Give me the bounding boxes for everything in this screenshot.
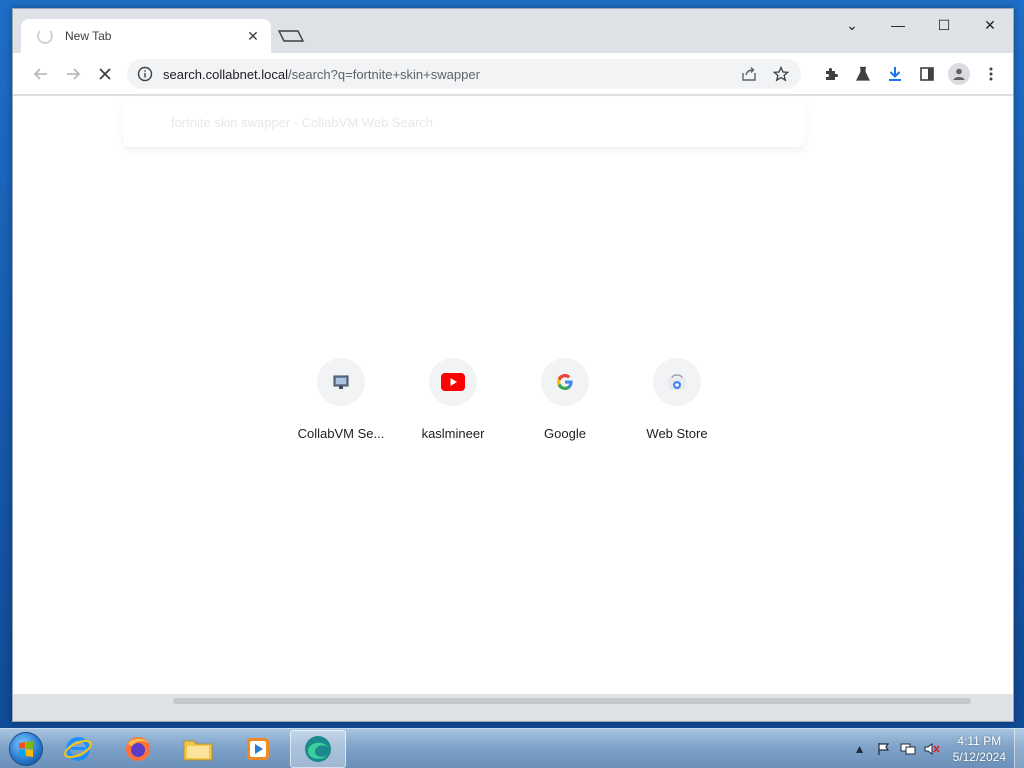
forward-arrow-icon [67,67,81,80]
bookmark-button[interactable] [767,60,795,88]
shortcut-label: kaslmineer [421,426,485,441]
google-icon [541,358,589,406]
new-tab-icon [277,30,305,42]
new-tab-page: CollabVM Se... kaslmineer Google Web Sto… [13,96,1013,708]
browser-toolbar: search.collabnet.local/search?q=fortnite… [13,53,1013,95]
windows-logo-icon [9,731,43,766]
labs-button[interactable] [849,60,877,88]
menu-button[interactable] [977,60,1005,88]
system-tray: ▲ 4:11 PM 5/12/2024 [845,729,1024,768]
url-host: search.collabnet.local [163,66,289,82]
back-arrow-icon [33,67,47,80]
clock-date: 5/12/2024 [952,750,1006,764]
show-desktop-button[interactable] [1014,729,1024,768]
browser-window: New Tab ✕ ⌄ — ☐ ✕ search.collabnet.local… [12,8,1014,722]
new-tab-button[interactable] [275,25,307,47]
share-button[interactable] [735,60,763,88]
shortcut-tile[interactable]: Web Store [621,358,733,441]
internet-explorer-icon[interactable] [50,730,106,768]
person-icon [953,68,965,80]
start-button[interactable] [6,729,46,768]
webstore-icon [653,358,701,406]
side-panel-button[interactable] [913,60,941,88]
back-button[interactable] [27,60,55,88]
edge-icon[interactable] [290,729,346,768]
stop-button[interactable] [91,60,119,88]
omnibox-suggestion-ghost: fortnite skin swapper - CollabVM Web Sea… [123,97,805,147]
loading-spinner-icon [37,28,53,44]
close-window-button[interactable]: ✕ [967,9,1013,41]
minimize-button[interactable]: — [875,9,921,41]
forward-button[interactable] [59,60,87,88]
collabvm-icon [317,358,365,406]
kebab-menu-icon [989,67,993,81]
tab-new-tab[interactable]: New Tab ✕ [21,19,271,53]
side-panel-icon [920,67,934,81]
profile-button[interactable] [945,60,973,88]
flask-icon [856,66,870,81]
window-controls: ⌄ — ☐ ✕ [829,9,1013,41]
puzzle-icon [826,68,838,80]
clock[interactable]: 4:11 PM 5/12/2024 [953,733,1006,765]
file-explorer-icon[interactable] [170,730,226,768]
horizontal-scrollbar[interactable] [13,694,1013,708]
youtube-icon [429,358,477,406]
url-text[interactable]: search.collabnet.local/search?q=fortnite… [163,67,735,82]
clock-time: 4:11 PM [957,734,1002,748]
url-path: /search?q=fortnite+skin+swapper [288,66,480,82]
shortcuts-grid: CollabVM Se... kaslmineer Google Web Sto… [285,358,733,441]
site-info-icon[interactable] [137,66,153,82]
shortcut-tile[interactable]: CollabVM Se... [285,358,397,441]
shortcut-tile[interactable]: kaslmineer [397,358,509,441]
downloads-button[interactable] [881,60,909,88]
media-player-icon[interactable] [230,730,286,768]
avatar [948,63,970,85]
network-icon[interactable] [899,740,917,758]
star-icon [773,66,789,82]
stop-loading-icon [99,67,111,80]
volume-muted-icon[interactable] [923,740,941,758]
extensions-button[interactable] [817,60,845,88]
shortcut-label: Web Store [646,426,708,441]
firefox-icon[interactable] [110,730,166,768]
tab-close-icon[interactable]: ✕ [243,26,263,46]
share-icon [742,67,756,81]
shortcut-tile[interactable]: Google [509,358,621,441]
download-icon [889,67,901,81]
address-bar[interactable]: search.collabnet.local/search?q=fortnite… [127,59,801,89]
show-hidden-icons-icon[interactable]: ▲ [851,740,869,758]
browser-titlebar: New Tab ✕ ⌄ — ☐ ✕ [13,9,1013,53]
tab-title: New Tab [65,29,112,43]
maximize-button[interactable]: ☐ [921,9,967,41]
taskbar: ▲ 4:11 PM 5/12/2024 [0,728,1024,768]
shortcut-label: Google [544,426,586,441]
suggestion-text: fortnite skin swapper - CollabVM Web Sea… [171,114,434,130]
shortcut-label: CollabVM Se... [297,426,385,441]
action-center-flag-icon[interactable] [875,740,893,758]
scrollbar-thumb[interactable] [173,698,971,704]
tab-search-button[interactable]: ⌄ [829,9,875,41]
